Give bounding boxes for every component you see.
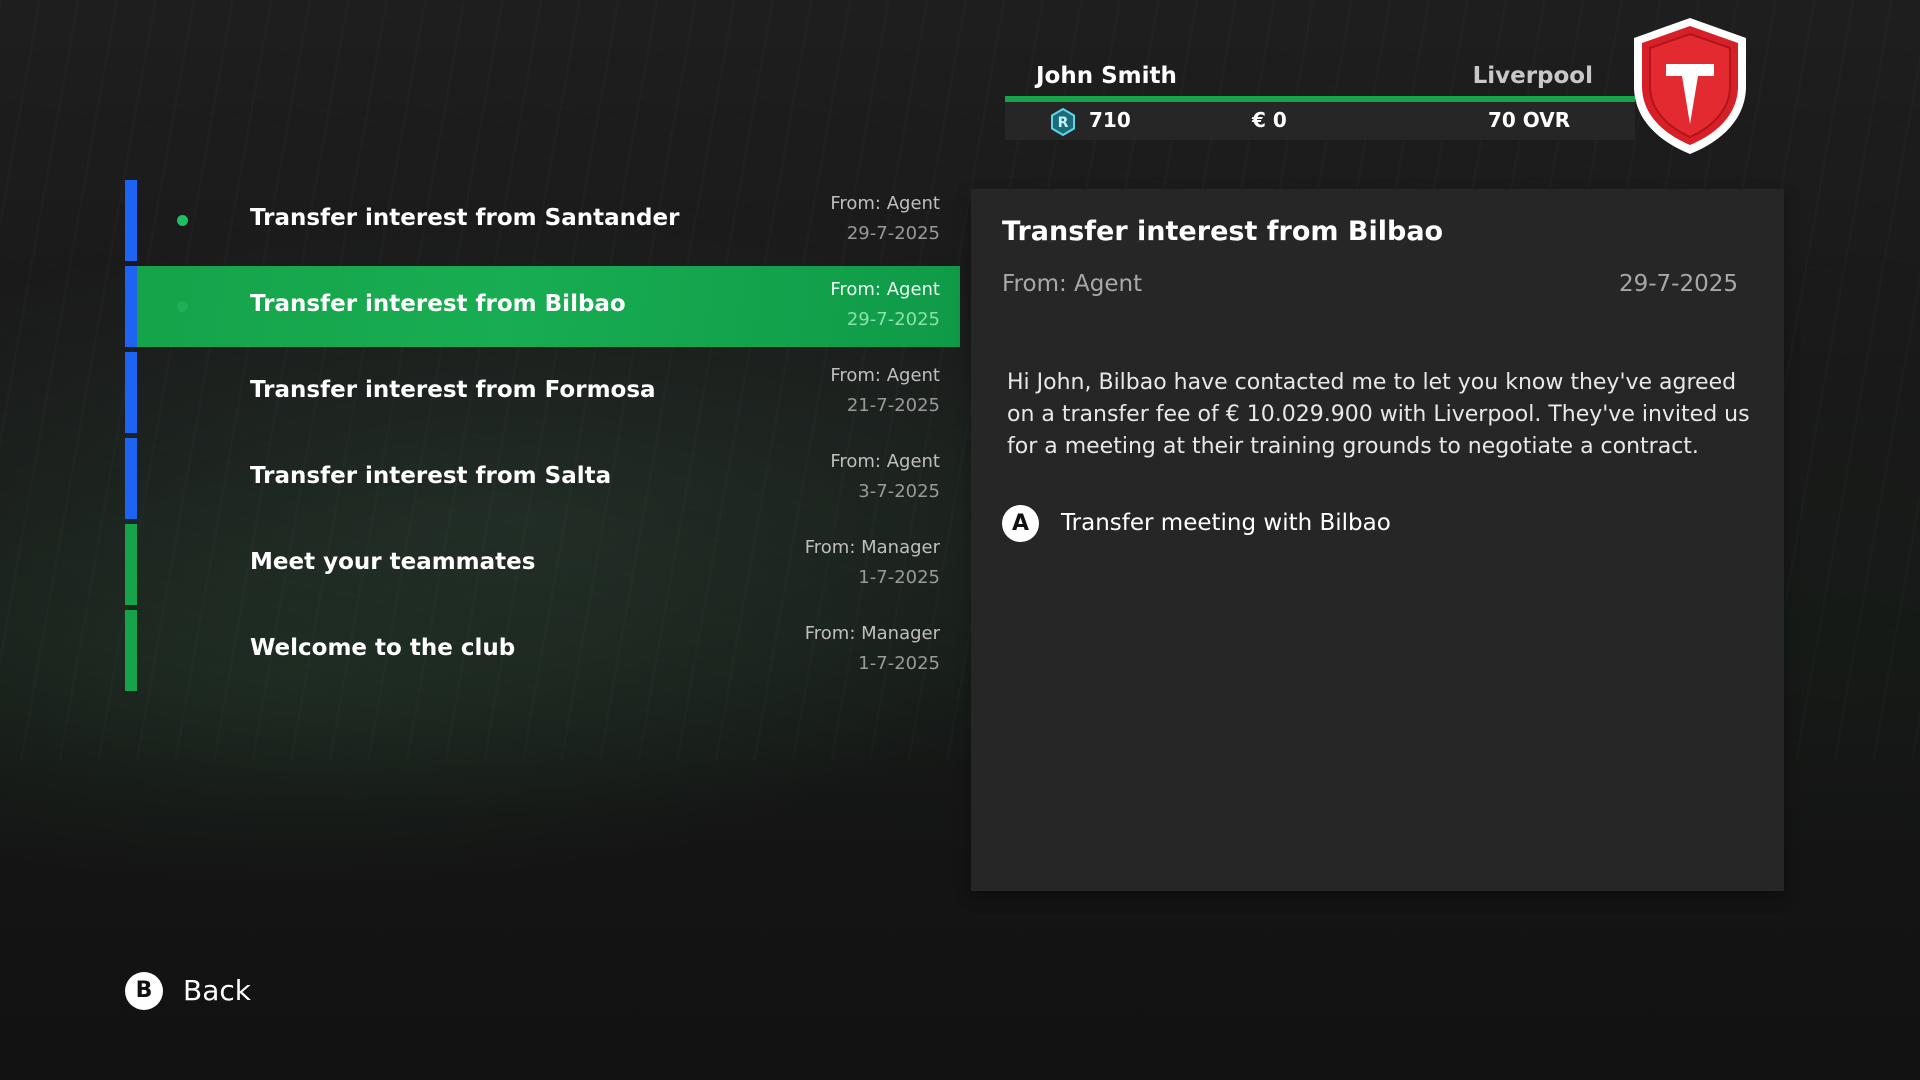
overall-rating: 70 OVR: [1488, 108, 1571, 132]
detail-sender: From: Agent: [1002, 271, 1143, 297]
detail-title: Transfer interest from Bilbao: [1002, 216, 1444, 247]
message-sender: From: Agent: [830, 365, 940, 386]
list-item[interactable]: Transfer interest from Santander From: A…: [125, 180, 960, 261]
category-bar: [125, 266, 137, 347]
message-subject: Transfer interest from Formosa: [250, 377, 656, 403]
player-stats-strip: R 710 € 0 70 OVR: [1005, 102, 1635, 140]
message-date: 21-7-2025: [846, 395, 940, 416]
money-balance: € 0: [1252, 108, 1287, 132]
message-subject: Meet your teammates: [250, 549, 536, 575]
club-name: Liverpool: [1472, 63, 1593, 89]
action-label: Transfer meeting with Bilbao: [1061, 510, 1391, 536]
message-detail-panel: Transfer interest from Bilbao From: Agen…: [971, 189, 1784, 891]
r-coin-icon: R: [1051, 108, 1075, 136]
category-bar: [125, 352, 137, 433]
club-crest-shield-icon: [1634, 18, 1746, 154]
svg-text:R: R: [1058, 115, 1069, 131]
player-name: John Smith: [1036, 63, 1177, 89]
message-sender: From: Manager: [804, 623, 940, 644]
category-bar: [125, 610, 137, 691]
list-item[interactable]: Welcome to the club From: Manager 1-7-20…: [125, 610, 960, 691]
unread-indicator: [177, 301, 188, 312]
category-bar: [125, 438, 137, 519]
back-label: Back: [183, 974, 251, 1007]
message-subject: Welcome to the club: [250, 635, 516, 661]
list-item[interactable]: Meet your teammates From: Manager 1-7-20…: [125, 524, 960, 605]
message-date: 3-7-2025: [858, 481, 940, 502]
detail-date: 29-7-2025: [1618, 271, 1738, 297]
b-button-icon: B: [125, 972, 163, 1010]
category-bar: [125, 524, 137, 605]
list-item[interactable]: Transfer interest from Formosa From: Age…: [125, 352, 960, 433]
message-date: 29-7-2025: [846, 309, 940, 330]
message-subject: Transfer interest from Bilbao: [250, 291, 626, 317]
a-button-icon: A: [1002, 505, 1039, 542]
message-date: 1-7-2025: [858, 653, 940, 674]
career-inbox-screen: John Smith Liverpool R 710 € 0 70 OVR Tr…: [0, 0, 1920, 1080]
message-subject: Transfer interest from Salta: [250, 463, 612, 489]
message-sender: From: Manager: [804, 537, 940, 558]
message-sender: From: Agent: [830, 451, 940, 472]
message-sender: From: Agent: [830, 279, 940, 300]
list-item-selected[interactable]: Transfer interest from Bilbao From: Agen…: [125, 266, 960, 347]
message-sender: From: Agent: [830, 193, 940, 214]
list-item[interactable]: Transfer interest from Salta From: Agent…: [125, 438, 960, 519]
detail-body: Hi John, Bilbao have contacted me to let…: [1007, 370, 1750, 459]
rating-points: 710: [1089, 108, 1131, 132]
message-date: 1-7-2025: [858, 567, 940, 588]
message-subject: Transfer interest from Santander: [250, 205, 680, 231]
unread-indicator: [177, 215, 188, 226]
player-status-bar: John Smith Liverpool R 710 € 0 70 OVR: [1005, 58, 1655, 142]
message-date: 29-7-2025: [846, 223, 940, 244]
category-bar: [125, 180, 137, 261]
